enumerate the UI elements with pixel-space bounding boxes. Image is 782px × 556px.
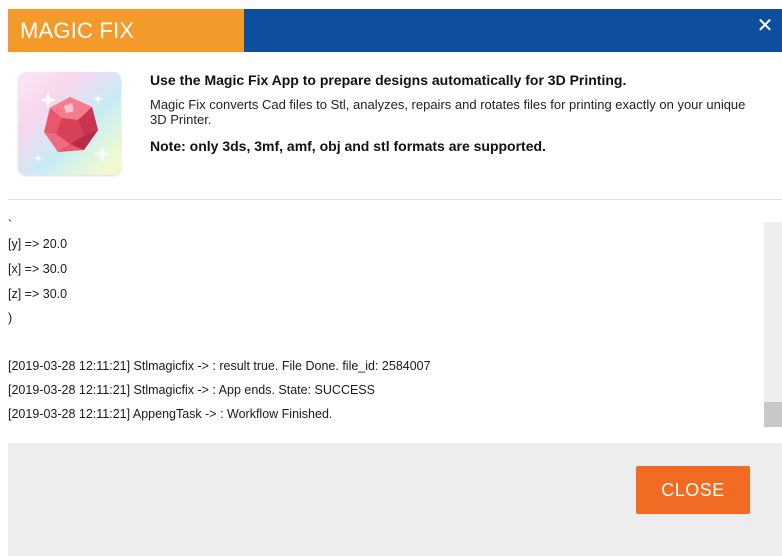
log-line: [2019-03-28 12:11:21] AppengTask -> : Wo… — [8, 407, 333, 421]
log-line: [2019-03-28 12:11:21] Stlmagicfix -> : A… — [8, 383, 375, 397]
log-line: ` — [8, 218, 13, 232]
supported-formats-note: Note: only 3ds, 3mf, amf, obj and stl fo… — [150, 138, 546, 154]
magic-gem-icon — [18, 72, 121, 175]
app-description: Magic Fix converts Cad files to Stl, ana… — [150, 97, 746, 127]
dialog-title: MAGIC FIX — [8, 9, 244, 52]
log-line: [y] => 20.0 — [8, 237, 68, 251]
app-headline: Use the Magic Fix App to prepare designs… — [150, 72, 627, 88]
scrollbar-thumb[interactable] — [764, 402, 782, 427]
app-intro: Use the Magic Fix App to prepare designs… — [150, 72, 760, 154]
close-icon[interactable]: ✕ — [754, 15, 776, 37]
dialog-titlebar: MAGIC FIX ✕ — [8, 9, 782, 52]
log-line: [2019-03-28 12:11:21] Stlmagicfix -> : r… — [8, 359, 431, 373]
titlebar-blue-section: ✕ — [244, 9, 782, 52]
log-line: [x] => 30.0 — [8, 262, 68, 276]
log-line: [z] => 30.0 — [8, 287, 68, 301]
dialog-footer: CLOSE — [8, 443, 782, 556]
close-button[interactable]: CLOSE — [636, 466, 750, 514]
log-line: ) — [8, 311, 13, 325]
log-scrollbar[interactable] — [764, 222, 782, 427]
log-output: ` [y] => 20.0 [x] => 30.0 [z] => 30.0 ) … — [8, 212, 764, 434]
divider — [8, 199, 782, 200]
